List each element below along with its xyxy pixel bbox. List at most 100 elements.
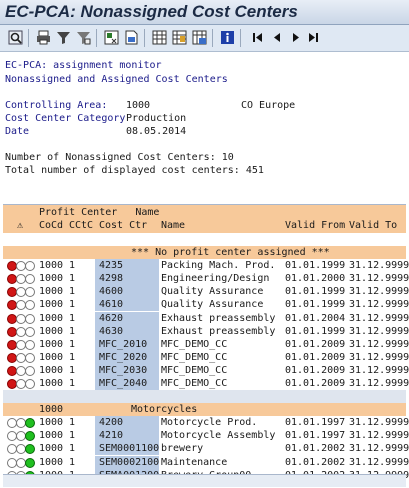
valid-to-cell: 31.12.9999 (349, 325, 409, 337)
green-light-icon (25, 431, 35, 442)
valid-to-column-header[interactable]: Valid To (349, 220, 397, 231)
name-column-header[interactable]: Name (161, 220, 185, 231)
excel-export-icon[interactable] (104, 30, 119, 45)
name-cell: Engineering/Design (161, 273, 270, 285)
report-title-line2: Nonassigned and Assigned Cost Centers (5, 74, 228, 85)
print-icon[interactable] (36, 30, 51, 45)
light-off-icon (25, 339, 35, 350)
cocd-column-header[interactable]: CoCd (39, 220, 63, 231)
valid-to-cell: 31.12.9999 (349, 456, 409, 468)
group-separator (3, 390, 406, 404)
cocd-cell: 1000 (39, 338, 64, 350)
group-profit-center: 1000 (39, 404, 64, 416)
valid-to-cell: 31.12.9999 (349, 312, 409, 324)
name-cell: Quality Assurance (161, 286, 264, 298)
cost-ctr-cell: SEM0002100 (95, 455, 159, 469)
filter-icon[interactable] (56, 30, 71, 45)
cctc-cell: 1 (69, 312, 76, 324)
name-cell: Quality Assurance (161, 299, 264, 311)
cocd-cell: 1000 (39, 273, 64, 285)
first-page-icon[interactable] (250, 30, 265, 45)
cost-ctr-cell: MFC_2040 (95, 377, 159, 390)
cost-ctr-cell: 4200 (95, 416, 159, 430)
valid-to-cell: 31.12.9999 (349, 299, 409, 311)
group-profit-center-name: *** No profit center assigned *** (131, 247, 330, 258)
information-icon[interactable] (220, 30, 235, 45)
light-off-icon (25, 287, 35, 298)
horizontal-scrollbar[interactable] (3, 474, 406, 487)
valid-from-cell: 01.01.1997 (285, 430, 346, 442)
table-row[interactable]: 1000 1 MFC_2040 MFC_DEMO_CC 01.01.2009 31.12.… (3, 377, 409, 390)
light-off-icon (25, 300, 35, 311)
change-layout-icon[interactable] (172, 30, 187, 45)
table-row[interactable]: 1000 1 4210 Motorcycle Assembly 01.01.1997 31… (3, 429, 409, 443)
cctc-cell: 1 (69, 299, 76, 311)
light-off-icon (25, 379, 35, 389)
table-row[interactable]: 1000 1 4630 Exhaust preassembly 01.01.1999 31… (3, 324, 409, 338)
valid-to-cell: 31.12.9999 (349, 443, 409, 455)
local-file-icon[interactable] (124, 30, 139, 45)
save-layout-icon[interactable] (192, 30, 207, 45)
cost-ctr-cell: MFC_2030 (95, 363, 159, 377)
exception-column-header[interactable]: ⚠ (17, 220, 23, 231)
last-page-icon[interactable] (306, 30, 321, 45)
table-row[interactable]: 1000 1 4600 Quality Assurance 01.01.1999 31.1… (3, 285, 409, 299)
cost-ctr-column-header[interactable]: Cost Ctr (99, 220, 147, 231)
name-cell: MFC_DEMO_CC (161, 364, 228, 376)
application-toolbar (0, 25, 409, 52)
profit-center-group-header: 1000 Motorcycles (3, 403, 406, 417)
cocd-cell: 1000 (39, 378, 64, 389)
valid-from-cell: 01.01.1999 (285, 325, 346, 337)
name-cell: Maintenance (161, 456, 228, 468)
cctc-cell: 1 (69, 443, 76, 455)
valid-to-cell: 31.12.9999 (349, 351, 409, 363)
valid-to-cell: 31.12.9999 (349, 430, 409, 442)
total-count: 451 (245, 165, 264, 176)
total-count-line: Total number of displayed cost centers: … (5, 164, 264, 177)
group-profit-center-name: Motorcycles (131, 404, 198, 416)
valid-from-column-header[interactable]: Valid From (285, 220, 345, 231)
name-cell: Exhaust preassembly (161, 312, 276, 324)
report-title-line1: EC-PCA: assignment monitor (5, 60, 162, 71)
valid-from-cell: 01.01.2009 (285, 378, 346, 389)
table-row[interactable]: 1000 1 MFC_2020 MFC_DEMO_CC 01.01.2009 31.12.… (3, 350, 409, 364)
table-row[interactable]: 1000 1 MFC_2030 MFC_DEMO_CC 01.01.2009 31.12.… (3, 363, 409, 377)
light-off-icon (25, 326, 35, 337)
cost-ctr-cell: SEM0001100 (95, 442, 159, 456)
cocd-cell: 1000 (39, 443, 64, 455)
cctc-cell: 1 (69, 338, 76, 350)
name-cell: MFC_DEMO_CC (161, 338, 228, 350)
cctc-cell: 1 (69, 273, 76, 285)
valid-from-cell: 01.01.2002 (285, 456, 346, 468)
table-row[interactable]: 1000 1 4200 Motorcycle Prod. 01.01.1997 31.12… (3, 416, 409, 430)
total-label: Total number of displayed cost centers: (5, 165, 240, 176)
valid-from-cell: 01.01.2009 (285, 338, 346, 350)
controlling-area-value: 1000 (126, 100, 151, 111)
cocd-cell: 1000 (39, 286, 64, 298)
cost-center-category-value: Production (126, 113, 187, 124)
cctc-column-header[interactable]: CCtC (69, 220, 93, 231)
name-cell: MFC_DEMO_CC (161, 378, 228, 389)
choose-layout-icon[interactable] (152, 30, 167, 45)
refresh-icon[interactable] (8, 30, 23, 45)
set-filter-icon[interactable] (76, 30, 91, 45)
table-row[interactable]: 1000 1 4610 Quality Assurance 01.01.1999 31.1… (3, 298, 409, 312)
green-light-icon (25, 444, 35, 455)
cocd-cell: 1000 (39, 312, 64, 324)
valid-to-cell: 31.12.9999 (349, 273, 409, 285)
table-row[interactable]: 1000 1 4620 Exhaust preassembly 01.01.2004 31… (3, 311, 409, 325)
cctc-cell: 1 (69, 364, 76, 376)
table-row[interactable]: 1000 1 4235 Packing Mach. Prod. 01.01.1999 31… (3, 259, 409, 273)
previous-page-icon[interactable] (270, 30, 285, 45)
column-header: Profit Center Name ⚠ CoCd CCtC Cost Ctr … (3, 205, 406, 233)
next-page-icon[interactable] (288, 30, 303, 45)
table-row[interactable]: 1000 1 MFC_2010 MFC_DEMO_CC 01.01.2009 31.12.… (3, 337, 409, 351)
light-off-icon (25, 313, 35, 324)
table-row[interactable]: 1000 1 SEM0002100 Maintenance 01.01.2002 31.1… (3, 455, 409, 469)
valid-from-cell: 01.01.2009 (285, 364, 346, 376)
cost-ctr-cell: 4600 (95, 285, 159, 299)
cost-ctr-cell: MFC_2020 (95, 350, 159, 364)
table-row[interactable]: 1000 1 4298 Engineering/Design 01.01.2000 31.… (3, 272, 409, 286)
light-off-icon (25, 365, 35, 376)
table-row[interactable]: 1000 1 SEM0001100 brewery 01.01.2002 31.12.99… (3, 442, 409, 456)
